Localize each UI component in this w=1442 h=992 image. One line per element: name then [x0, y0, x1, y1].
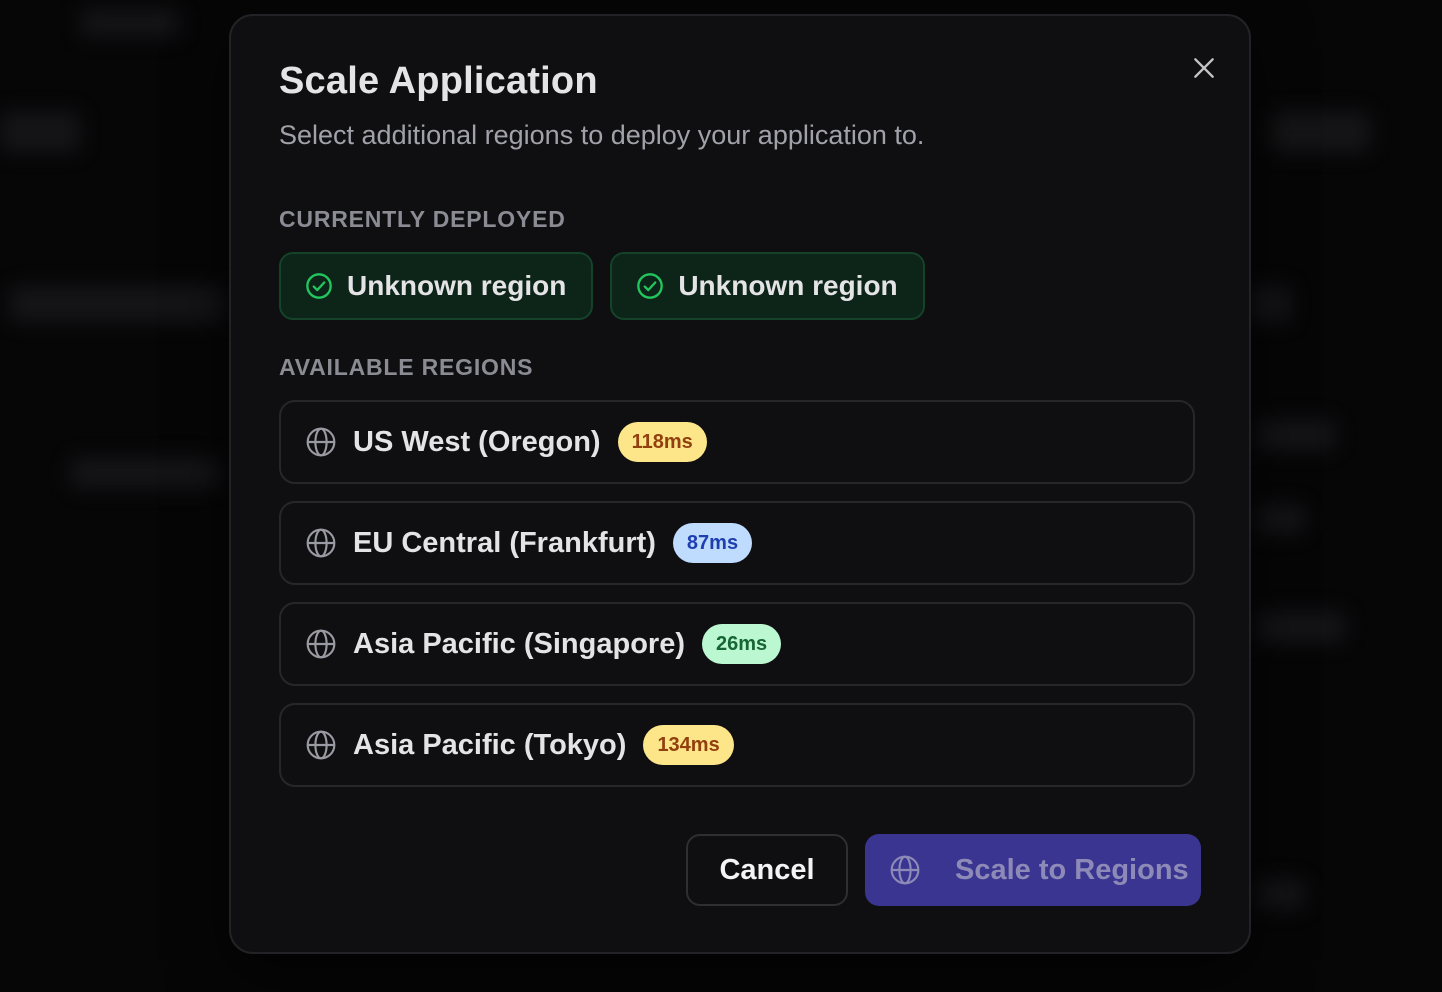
dialog-title: Scale Application: [279, 60, 598, 102]
scale-to-regions-button[interactable]: Scale to Regions: [865, 834, 1201, 906]
globe-icon: [306, 427, 336, 457]
dialog-footer: Cancel Scale to Regions: [686, 834, 1201, 906]
region-option-asia-pacific-tokyo[interactable]: Asia Pacific (Tokyo) 134ms: [279, 703, 1195, 787]
close-button[interactable]: [1186, 50, 1222, 86]
check-circle-icon: [637, 273, 664, 299]
latency-badge: 118ms: [617, 422, 707, 462]
deployed-regions: Unknown region Unknown region: [279, 252, 925, 320]
scale-to-regions-label: Scale to Regions: [955, 853, 1189, 886]
globe-icon: [306, 730, 336, 760]
available-regions-list: US West (Oregon) 118ms EU Central (Frank…: [279, 400, 1195, 804]
latency-badge: 87ms: [672, 523, 753, 563]
available-regions-heading: AVAILABLE REGIONS: [279, 354, 534, 380]
close-icon: [1194, 58, 1214, 78]
region-option-eu-central[interactable]: EU Central (Frankfurt) 87ms: [279, 501, 1195, 585]
region-name: Asia Pacific (Singapore): [353, 627, 685, 660]
globe-icon: [306, 629, 336, 659]
deployed-region-label: Unknown region: [678, 270, 898, 301]
deployed-region-pill: Unknown region: [610, 252, 925, 320]
deployed-region-label: Unknown region: [347, 270, 567, 301]
scale-application-dialog: Scale Application Select additional regi…: [229, 14, 1251, 954]
globe-icon: [306, 528, 336, 558]
check-circle-icon: [306, 273, 332, 299]
region-name: US West (Oregon): [353, 425, 601, 458]
cancel-button[interactable]: Cancel: [686, 834, 848, 906]
region-option-us-west[interactable]: US West (Oregon) 118ms: [279, 400, 1195, 484]
deployed-region-pill: Unknown region: [279, 252, 594, 320]
latency-badge: 134ms: [643, 725, 734, 765]
region-name: EU Central (Frankfurt): [353, 526, 656, 559]
region-name: Asia Pacific (Tokyo): [353, 728, 627, 761]
globe-icon: [890, 855, 920, 885]
currently-deployed-heading: CURRENTLY DEPLOYED: [279, 206, 566, 232]
region-option-asia-pacific-singapore[interactable]: Asia Pacific (Singapore) 26ms: [279, 602, 1195, 686]
dialog-subtitle: Select additional regions to deploy your…: [279, 120, 925, 150]
latency-badge: 26ms: [702, 624, 782, 664]
